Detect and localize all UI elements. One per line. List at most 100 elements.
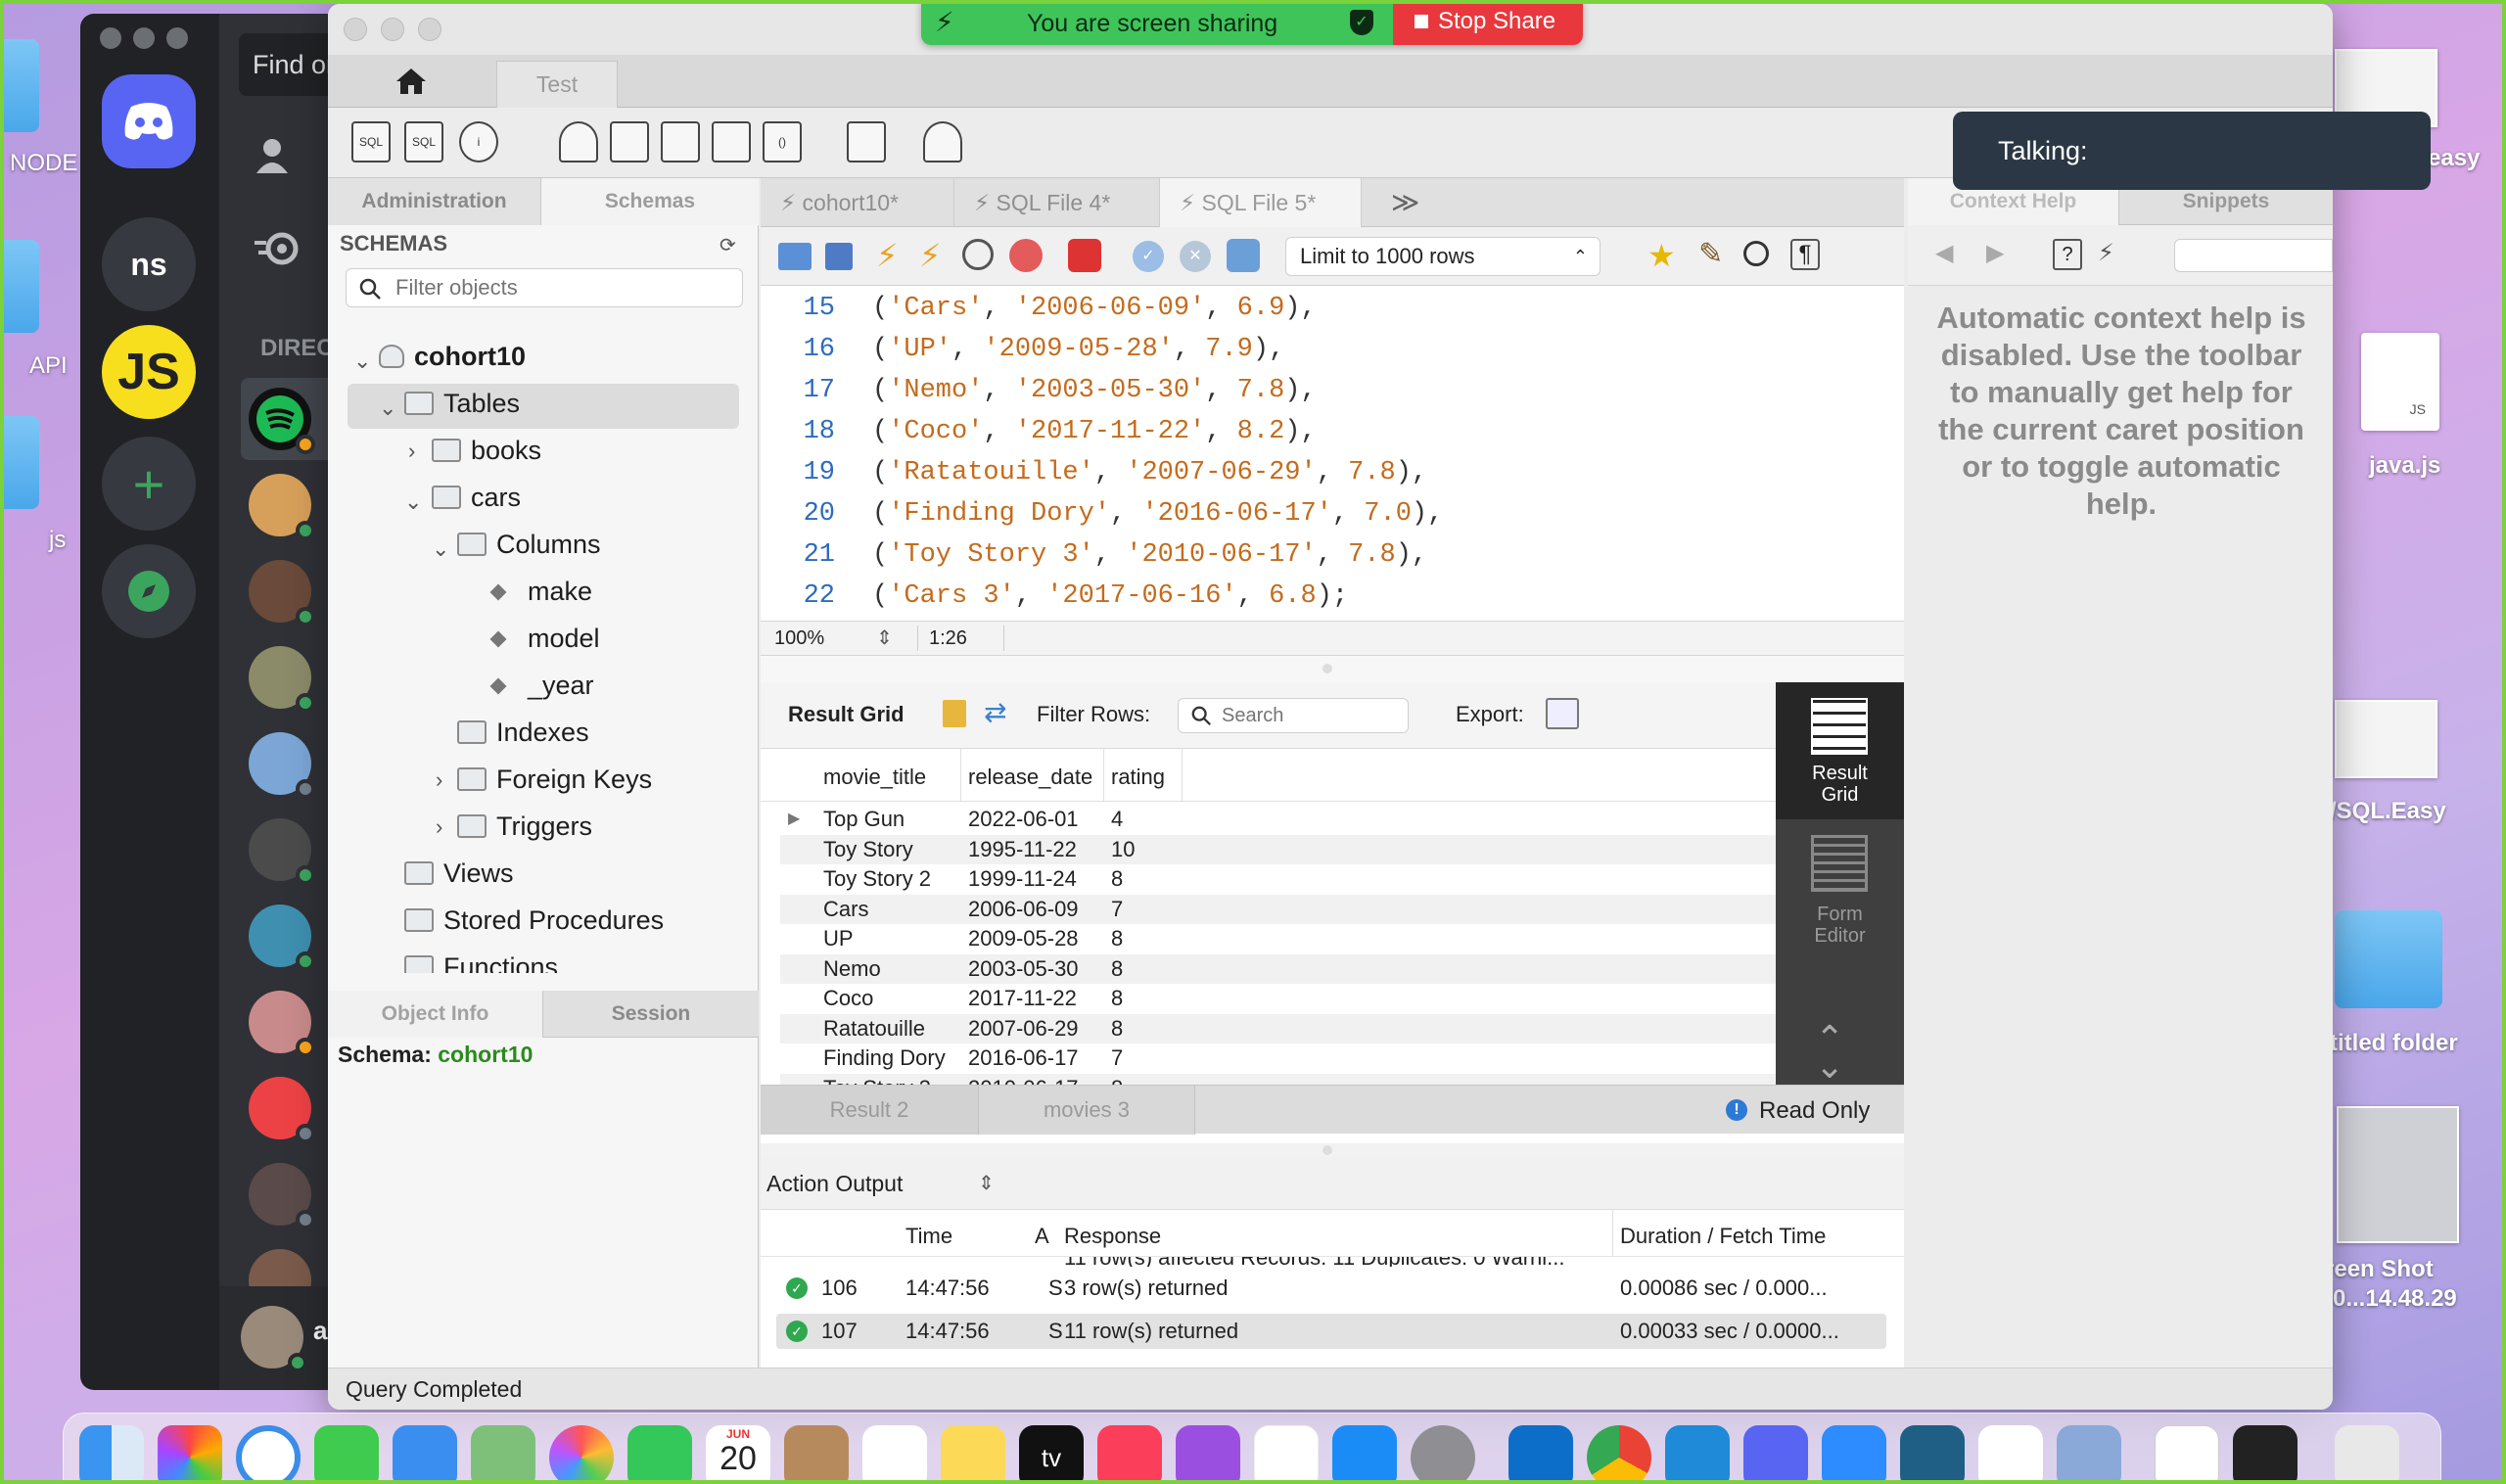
reminders-icon[interactable] <box>862 1425 927 1484</box>
table-cell[interactable]: Cars <box>823 895 868 924</box>
back-icon[interactable]: ◀ <box>1935 239 1953 267</box>
manual-help-icon[interactable]: ? <box>2053 239 2082 270</box>
tab-sql-file-4[interactable]: ⚡ SQL File 4* <box>954 178 1160 227</box>
table-cell[interactable]: 1995-11-22 <box>968 835 1077 864</box>
launchpad-icon[interactable] <box>158 1425 222 1484</box>
minimize-button[interactable] <box>133 27 155 49</box>
table-cell[interactable]: 4 <box>1111 805 1123 834</box>
table-row[interactable]: Toy Story 3 2010-06-17 8 <box>780 1073 1837 1086</box>
facetime-icon[interactable] <box>627 1425 692 1484</box>
toggle-error-icon[interactable] <box>1068 239 1101 272</box>
execute-icon[interactable]: ⚡ <box>876 237 898 274</box>
desktop-folder-js[interactable]: js <box>0 416 78 554</box>
table-cell[interactable]: 8 <box>1111 1074 1123 1086</box>
table-cell[interactable]: 10 <box>1111 835 1135 864</box>
tree-column-year[interactable]: _year <box>489 664 594 707</box>
notes-icon[interactable] <box>941 1425 1005 1484</box>
discord-home-button[interactable] <box>102 74 196 168</box>
reconnect-icon[interactable] <box>923 121 962 162</box>
column-header[interactable]: release_date <box>968 765 1092 790</box>
table-cell[interactable]: 8 <box>1111 954 1123 984</box>
execute-current-icon[interactable]: ⚡ <box>919 237 941 274</box>
export-icon[interactable] <box>1546 698 1579 729</box>
close-button[interactable] <box>344 18 367 41</box>
tree-stored-procedures[interactable]: Stored Procedures <box>404 899 664 942</box>
search-table-data-icon[interactable] <box>847 121 886 162</box>
add-server-button[interactable]: + <box>102 437 196 531</box>
table-row[interactable]: Toy Story 1995-11-22 10 <box>780 834 1837 864</box>
table-cell[interactable]: Toy Story <box>823 835 913 864</box>
table-cell[interactable]: 2022-06-01 <box>968 805 1079 834</box>
zoom-icon[interactable] <box>1822 1425 1886 1484</box>
column-header[interactable]: A <box>1035 1224 1049 1249</box>
tab-object-info[interactable]: Object Info <box>328 991 543 1038</box>
code-line[interactable]: 21 ('Toy Story 3', '2010-06-17', 7.8), <box>761 534 1428 576</box>
create-view-icon[interactable] <box>661 121 700 162</box>
tree-table-books[interactable]: books <box>432 429 541 472</box>
desktop-item-screen-shot[interactable]: reen Shot -0...14.48.29 <box>2325 1106 2506 1314</box>
tree-tables[interactable]: Tables <box>404 382 520 425</box>
table-cell[interactable]: 2017-11-22 <box>968 984 1077 1013</box>
create-procedure-icon[interactable] <box>712 121 751 162</box>
code-line[interactable]: 22 ('Cars 3', '2017-06-16', 6.8); <box>761 576 1349 617</box>
chevron-right-icon[interactable]: › <box>436 767 442 793</box>
table-cell[interactable]: Nemo <box>823 954 881 984</box>
create-function-icon[interactable]: () <box>763 121 802 162</box>
dm-avatar[interactable] <box>249 818 315 885</box>
tree-foreign-keys[interactable]: Foreign Keys <box>457 758 652 801</box>
limit-rows-select[interactable]: Limit to 1000 rows ⌃ <box>1285 237 1601 276</box>
table-cell[interactable]: 2007-06-29 <box>968 1014 1079 1043</box>
more-tabs-button[interactable]: ≫ <box>1371 178 1419 227</box>
dm-avatar[interactable] <box>249 732 315 799</box>
tree-table-cars[interactable]: cars <box>432 476 521 519</box>
recent-window-icon[interactable] <box>2155 1425 2219 1484</box>
chevron-down-icon[interactable]: ⌄ <box>353 348 371 374</box>
table-cell[interactable]: 2010-06-17 <box>968 1074 1079 1086</box>
discord-icon[interactable] <box>1743 1425 1808 1484</box>
code-line[interactable]: 16 ('UP', '2009-05-28', 7.9), <box>761 329 1285 370</box>
dm-avatar[interactable] <box>249 474 315 540</box>
open-sql-script-icon[interactable]: SQL <box>404 121 443 162</box>
zoom-button[interactable] <box>418 18 441 41</box>
table-row[interactable]: Coco 2017-11-22 8 <box>780 984 1837 1013</box>
slack-icon[interactable] <box>1978 1425 2043 1484</box>
splitter[interactable] <box>761 656 1904 682</box>
output-row[interactable]: ✓ 107 14:47:56 S 11 row(s) returned 0.00033 s… <box>776 1314 1886 1349</box>
chevron-right-icon[interactable]: › <box>408 439 415 464</box>
output-row[interactable]: ✓ 106 14:47:56 S 3 row(s) returned 0.00086 se… <box>776 1271 1886 1306</box>
dm-avatar[interactable] <box>249 646 315 713</box>
desktop-item-sql-easy-2[interactable]: /SQL.Easy <box>2330 700 2506 825</box>
table-cell[interactable]: Toy Story 3 <box>823 1074 931 1086</box>
create-table-icon[interactable] <box>610 121 649 162</box>
chevron-right-icon[interactable]: › <box>436 814 442 840</box>
find-icon[interactable] <box>1743 241 1769 266</box>
chevron-down-icon[interactable]: ⌄ <box>379 395 396 421</box>
table-cell[interactable]: 2006-06-09 <box>968 895 1079 924</box>
table-cell[interactable]: 7 <box>1111 1043 1123 1073</box>
updown-icon[interactable]: ⇕ <box>978 1171 995 1195</box>
preview-icon[interactable] <box>2057 1425 2121 1484</box>
contacts-icon[interactable] <box>784 1425 849 1484</box>
desktop-item-untitled-folder[interactable]: titled folder <box>2330 910 2506 1057</box>
column-header[interactable]: Response <box>1064 1224 1161 1249</box>
home-tab[interactable] <box>328 55 494 108</box>
tree-views[interactable]: Views <box>404 852 514 895</box>
news-icon[interactable] <box>1254 1425 1319 1484</box>
code-line[interactable]: 17 ('Nemo', '2003-05-30', 7.8), <box>761 370 1317 411</box>
updown-icon[interactable]: ⇕ <box>876 622 893 655</box>
result-grid-side-button[interactable]: Result Grid <box>1776 682 1904 819</box>
table-cell[interactable]: Toy Story 2 <box>823 864 931 894</box>
help-search-input[interactable] <box>2174 239 2333 272</box>
column-header[interactable]: rating <box>1111 765 1165 790</box>
table-row[interactable]: UP 2009-05-28 8 <box>780 924 1837 953</box>
form-editor-side-button[interactable]: Form Editor <box>1776 819 1904 956</box>
table-row[interactable]: Cars 2006-06-09 7 <box>780 894 1837 924</box>
table-cell[interactable]: Finding Dory <box>823 1043 946 1073</box>
dm-avatar[interactable] <box>249 1163 315 1229</box>
auto-help-icon[interactable]: ⚡ <box>2098 239 2127 270</box>
inspector-icon[interactable]: i <box>459 121 498 162</box>
save-icon[interactable] <box>825 243 853 270</box>
create-schema-icon[interactable] <box>559 121 598 162</box>
column-header[interactable]: Time <box>905 1224 952 1249</box>
tree-functions[interactable]: Functions <box>404 946 558 973</box>
